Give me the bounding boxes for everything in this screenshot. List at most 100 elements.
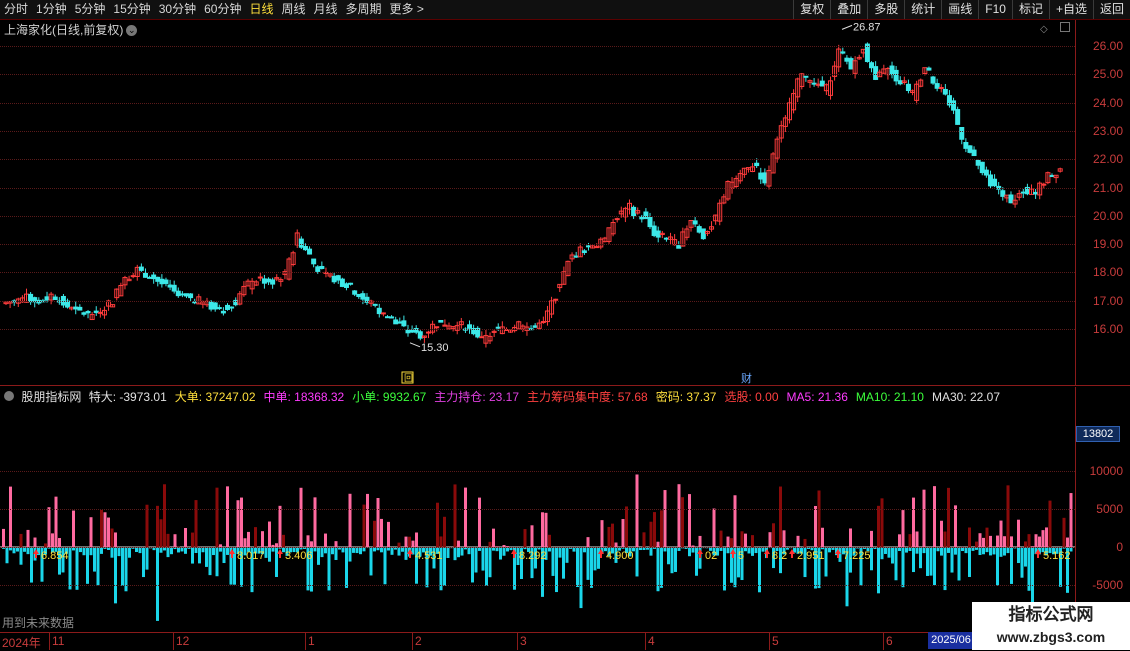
candle-body bbox=[349, 283, 353, 284]
right-toolbar: 复权叠加多股统计画线F10标记+自选返回 bbox=[793, 0, 1130, 19]
price-tick: 18.00 bbox=[1093, 266, 1123, 278]
sell-bar bbox=[13, 548, 16, 553]
sell-bar bbox=[118, 548, 121, 556]
sell-bar bbox=[401, 548, 404, 552]
sell-bar bbox=[324, 548, 327, 553]
sell-bar bbox=[170, 548, 173, 554]
price-gridline bbox=[0, 46, 1075, 47]
candle-body bbox=[427, 332, 431, 333]
toolbar-button[interactable]: +自选 bbox=[1049, 0, 1093, 19]
buy-bar bbox=[1042, 530, 1045, 547]
candle-body bbox=[632, 207, 636, 215]
indicator-tick: 10000 bbox=[1090, 465, 1123, 477]
price-tick: 16.00 bbox=[1093, 323, 1123, 335]
candle-body bbox=[406, 330, 410, 333]
candle-body bbox=[956, 110, 960, 125]
sell-bar bbox=[580, 548, 583, 608]
sell-bar bbox=[457, 548, 460, 557]
period-tab[interactable]: 更多 > bbox=[386, 0, 428, 19]
buy-bar bbox=[818, 490, 821, 547]
buy-bar bbox=[797, 536, 800, 547]
period-tab[interactable]: 1分钟 bbox=[32, 0, 71, 19]
sell-bar bbox=[692, 548, 695, 553]
toolbar-button[interactable]: 画线 bbox=[941, 0, 978, 19]
period-tab[interactable]: 月线 bbox=[310, 0, 342, 19]
candle-body bbox=[308, 249, 312, 254]
signal-label: 7.225 bbox=[843, 550, 871, 562]
buy-bar bbox=[996, 536, 999, 547]
sell-bar bbox=[265, 548, 268, 558]
sell-bar bbox=[30, 548, 33, 583]
sell-bar bbox=[695, 548, 698, 576]
candle-body bbox=[381, 313, 385, 314]
date-tick: 12 bbox=[176, 634, 189, 648]
toolbar-button[interactable]: 多股 bbox=[867, 0, 904, 19]
candle-body bbox=[968, 146, 972, 153]
period-tab[interactable]: 5分钟 bbox=[71, 0, 110, 19]
candle-body bbox=[394, 320, 398, 324]
period-tab[interactable]: 多周期 bbox=[342, 0, 386, 19]
sell-bar bbox=[503, 548, 506, 556]
sell-bar bbox=[471, 548, 474, 582]
sell-bar bbox=[331, 548, 334, 554]
candle-body bbox=[172, 285, 176, 291]
period-tab[interactable]: 60分钟 bbox=[200, 0, 245, 19]
buy-bar bbox=[636, 474, 639, 547]
sell-bar bbox=[202, 548, 205, 552]
candle-body bbox=[541, 322, 545, 323]
sell-bar bbox=[646, 548, 649, 550]
buy-bar bbox=[58, 538, 61, 547]
sell-bar bbox=[587, 548, 590, 580]
toolbar-button[interactable]: 返回 bbox=[1093, 0, 1130, 19]
sell-bar bbox=[678, 548, 681, 551]
sell-bar bbox=[398, 548, 401, 556]
sell-bar bbox=[349, 548, 352, 562]
candle-body bbox=[45, 297, 49, 300]
toolbar-button[interactable]: 复权 bbox=[793, 0, 830, 19]
cai-badge[interactable]: 财 bbox=[741, 371, 752, 385]
candle-body bbox=[988, 175, 992, 186]
sell-bar bbox=[219, 548, 222, 552]
sell-bar bbox=[387, 548, 390, 551]
sell-bar bbox=[272, 548, 275, 552]
buy-bar bbox=[247, 532, 250, 547]
sell-bar bbox=[891, 548, 894, 564]
buy-bar bbox=[415, 532, 418, 547]
sell-bar bbox=[279, 548, 282, 549]
date-divider bbox=[769, 633, 770, 650]
sell-bar bbox=[643, 548, 646, 550]
toolbar-button[interactable]: F10 bbox=[978, 0, 1012, 19]
period-tab[interactable]: 30分钟 bbox=[155, 0, 200, 19]
sell-bar bbox=[919, 548, 922, 568]
candle-body bbox=[373, 304, 377, 305]
buy-bar bbox=[769, 532, 772, 547]
toolbar-button[interactable]: 叠加 bbox=[830, 0, 867, 19]
period-tab[interactable]: 日线 bbox=[245, 0, 277, 19]
sell-bar bbox=[562, 548, 565, 579]
candle-body bbox=[480, 337, 484, 338]
buy-bar bbox=[160, 519, 163, 547]
period-tab[interactable]: 分时 bbox=[0, 0, 32, 19]
hui-badge[interactable]: 回 bbox=[404, 373, 413, 384]
buy-bar bbox=[314, 497, 317, 547]
buy-bar bbox=[254, 527, 257, 547]
period-tab[interactable]: 周线 bbox=[277, 0, 309, 19]
toolbar-button[interactable]: 标记 bbox=[1012, 0, 1049, 19]
buy-bar bbox=[34, 538, 37, 547]
candle-body bbox=[402, 321, 406, 326]
period-tab[interactable]: 15分钟 bbox=[109, 0, 154, 19]
buy-bar bbox=[156, 506, 159, 547]
candle-body bbox=[927, 68, 931, 70]
sell-bar bbox=[965, 548, 968, 553]
candle-body bbox=[993, 179, 997, 185]
candle-body bbox=[53, 297, 57, 299]
buy-bar bbox=[608, 527, 611, 547]
candle-body bbox=[943, 89, 947, 94]
price-tick: 23.00 bbox=[1093, 125, 1123, 137]
buy-bar bbox=[349, 494, 352, 547]
buy-bar bbox=[2, 529, 5, 547]
price-tick: 21.00 bbox=[1093, 182, 1123, 194]
buy-bar bbox=[986, 528, 989, 547]
candle-body bbox=[418, 332, 422, 338]
toolbar-button[interactable]: 统计 bbox=[904, 0, 941, 19]
